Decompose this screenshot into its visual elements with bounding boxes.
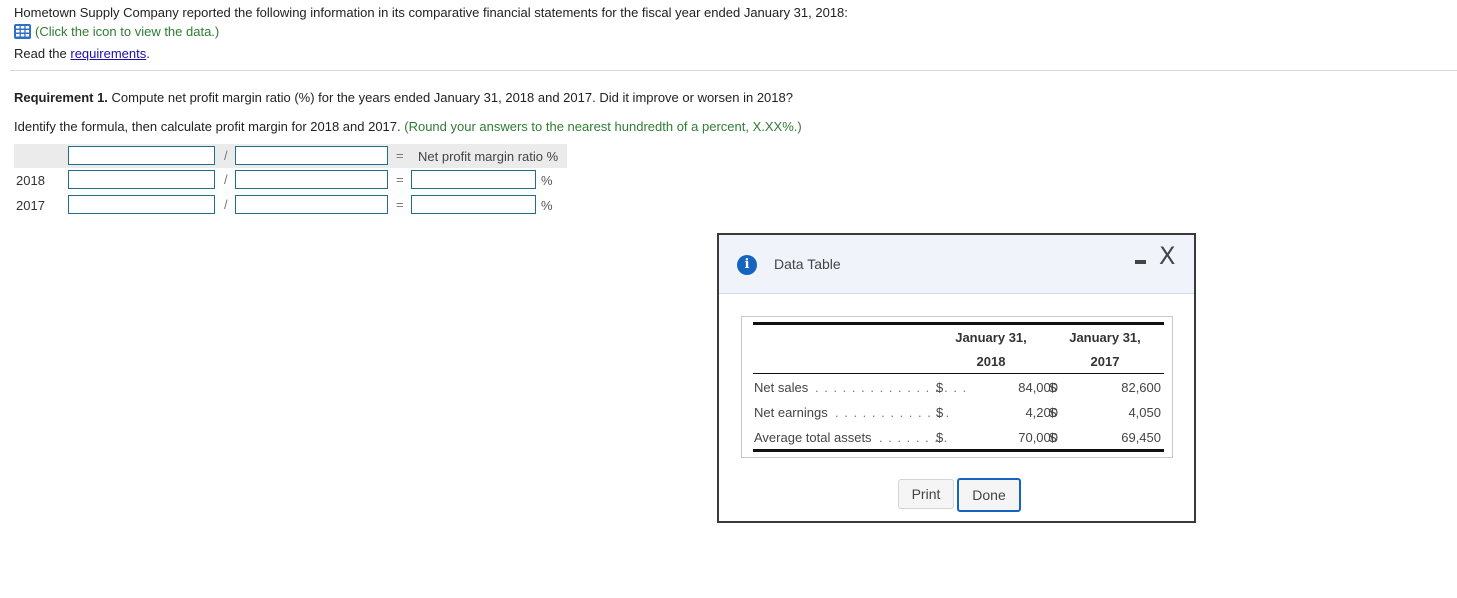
rounding-hint: (Round your answers to the nearest hundr… — [404, 119, 802, 134]
leader-dots: . . . . . . . . . . . . . — [835, 405, 951, 420]
currency-sign: $ — [1049, 380, 1057, 395]
equals-sign: = — [396, 172, 404, 187]
table-header-row-1: January 31, January 31, — [753, 325, 1164, 349]
row-label: Average total assets — [754, 430, 872, 445]
close-icon[interactable]: X — [1159, 242, 1175, 270]
data-table-frame: January 31, January 31, 2018 2017 Net sa… — [741, 316, 1173, 458]
requirement-body: Compute net profit margin ratio (%) for … — [107, 90, 793, 105]
equals-sign: = — [396, 148, 404, 163]
formula-denominator-select[interactable] — [235, 146, 388, 165]
print-button[interactable]: Print — [898, 479, 954, 509]
divide-sign: / — [224, 197, 228, 212]
currency-sign: $ — [936, 430, 944, 445]
dialog-header[interactable]: i Data Table X — [719, 235, 1194, 294]
minimize-icon[interactable] — [1135, 260, 1146, 264]
table-row: Net sales . . . . . . . . . . . . . . . … — [753, 374, 1164, 399]
currency-sign: $ — [936, 380, 944, 395]
data-table-dialog: i Data Table X January 31, January 31, 2… — [717, 233, 1196, 523]
value-2017: 82,600 — [1121, 380, 1161, 395]
table-row: Net earnings . . . . . . . . . . . . . $… — [753, 399, 1164, 424]
currency-sign: $ — [1049, 430, 1057, 445]
equals-sign: = — [396, 197, 404, 212]
denominator-input-2018[interactable] — [235, 170, 388, 189]
percent-sign: % — [541, 173, 553, 188]
formula-row-2018: 2018 / = % — [14, 168, 567, 193]
view-data-line[interactable]: (Click the icon to view the data.) — [14, 24, 219, 39]
numerator-input-2018[interactable] — [68, 170, 215, 189]
read-requirements-line: Read the requirements. — [14, 46, 150, 61]
table-header-row-2: 2018 2017 — [753, 349, 1164, 374]
intro-text: Hometown Supply Company reported the fol… — [14, 5, 848, 20]
value-2017: 4,050 — [1128, 405, 1161, 420]
formula-grid: / = Net profit margin ratio % 2018 / = %… — [14, 144, 567, 218]
currency-sign: $ — [936, 405, 944, 420]
col-header-2017-line2: 2017 — [1090, 354, 1120, 369]
col-header-2018-line2: 2018 — [976, 354, 1006, 369]
formula-numerator-select[interactable] — [68, 146, 215, 165]
currency-sign: $ — [1049, 405, 1057, 420]
identify-text: Identify the formula, then calculate pro… — [14, 119, 405, 134]
data-table: January 31, January 31, 2018 2017 Net sa… — [753, 322, 1164, 452]
row-label: Net earnings — [754, 405, 828, 420]
formula-row-2017: 2017 / = % — [14, 193, 567, 218]
result-header: Net profit margin ratio % — [418, 149, 559, 164]
value-2017: 69,450 — [1121, 430, 1161, 445]
result-input-2018[interactable] — [411, 170, 536, 189]
read-prefix: Read the — [14, 46, 71, 61]
col-header-2017-line1: January 31, — [1069, 330, 1141, 345]
requirements-link[interactable]: requirements — [70, 46, 146, 61]
row-label: 2017 — [16, 198, 45, 213]
denominator-input-2017[interactable] — [235, 195, 388, 214]
row-label: 2018 — [16, 173, 45, 188]
view-data-hint: (Click the icon to view the data.) — [35, 24, 220, 39]
numerator-input-2017[interactable] — [68, 195, 215, 214]
divider — [10, 70, 1457, 71]
percent-sign: % — [541, 198, 553, 213]
row-label: Net sales — [754, 380, 809, 395]
col-header-2018-line1: January 31, — [955, 330, 1027, 345]
divide-sign: / — [224, 148, 228, 163]
result-input-2017[interactable] — [411, 195, 536, 214]
read-suffix: . — [146, 46, 150, 61]
requirement-label: Requirement 1. — [14, 90, 108, 105]
divide-sign: / — [224, 172, 228, 187]
table-grid-icon[interactable] — [14, 24, 31, 39]
done-button[interactable]: Done — [957, 478, 1021, 512]
requirement-text: Requirement 1. Compute net profit margin… — [14, 90, 793, 105]
identify-instruction: Identify the formula, then calculate pro… — [14, 119, 802, 134]
table-bottom-rule — [753, 449, 1164, 452]
info-icon: i — [737, 255, 757, 275]
table-row: Average total assets . . . . . . . . $ 7… — [753, 424, 1164, 449]
formula-header-row: / = Net profit margin ratio % — [14, 144, 567, 168]
dialog-title: Data Table — [774, 256, 841, 272]
leader-dots: . . . . . . . . . . . . . . . . . — [815, 380, 968, 395]
